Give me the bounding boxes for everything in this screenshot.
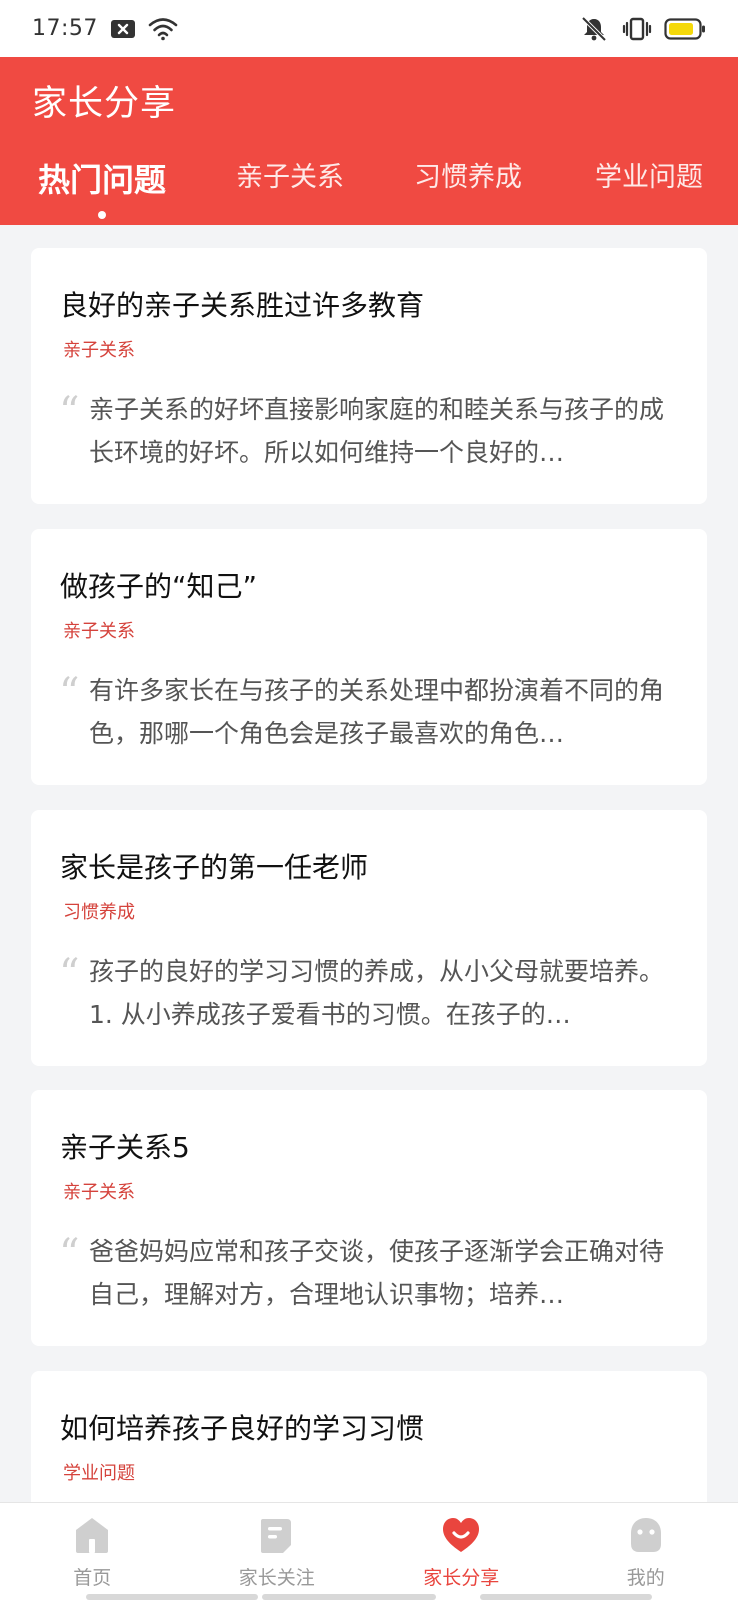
tab-habit-building[interactable]: 习惯养成 [376, 155, 560, 225]
nav-label: 首页 [73, 1567, 112, 1589]
tab-label: 习惯养成 [414, 162, 522, 193]
card-excerpt: 孩子的良好的学习习惯的养成，从小父母就要培养。 1. 从小养成孩子爱看书的习惯。… [89, 957, 665, 1029]
bottom-nav: 首页 家长关注 家长分享 我的 [0, 1502, 738, 1600]
home-indicator [86, 1594, 258, 1600]
quote-icon: “ [59, 389, 80, 435]
vibrate-icon [622, 16, 652, 42]
wifi-icon [148, 17, 178, 41]
category-tag: 亲子关系 [63, 1182, 135, 1203]
page-title: 家长分享 [32, 84, 177, 124]
share-card[interactable]: 做孩子的“知己” 亲子关系 “ 有许多家长在与孩子的关系处理中都扮演着不同的角色… [31, 529, 707, 785]
nav-item-mine[interactable]: 我的 [554, 1503, 738, 1600]
status-bar: 17:57 [0, 0, 738, 57]
category-tag: 学业问题 [63, 1463, 135, 1484]
share-card[interactable]: 家长是孩子的第一任老师 习惯养成 “ 孩子的良好的学习习惯的养成，从小父母就要培… [31, 810, 707, 1066]
vibrate-mute-icon [578, 16, 610, 42]
category-tag: 亲子关系 [63, 621, 135, 642]
share-feed[interactable]: 良好的亲子关系胜过许多教育 亲子关系 “ 亲子关系的好坏直接影响家庭的和睦关系与… [0, 225, 738, 1502]
card-excerpt: 亲子关系的好坏直接影响家庭的和睦关系与孩子的成长环境的好坏。所以如何维持一个良好… [89, 395, 665, 467]
card-title: 亲子关系5 [60, 1131, 190, 1164]
tab-hot-questions[interactable]: 热门问题 [0, 155, 204, 225]
status-right [578, 16, 706, 42]
category-tag: 亲子关系 [63, 340, 135, 361]
document-icon [257, 1515, 297, 1559]
profile-icon [626, 1515, 666, 1559]
category-tabs: 热门问题 亲子关系 习惯养成 学业问题 [0, 155, 738, 225]
share-card[interactable]: 如何培养孩子良好的学习习惯 学业问题 [31, 1371, 707, 1502]
quote-icon: “ [59, 1231, 80, 1277]
quote-icon: “ [59, 951, 80, 997]
active-tab-indicator [98, 211, 106, 219]
card-title: 做孩子的“知己” [60, 570, 258, 603]
nav-item-parent-share[interactable]: 家长分享 [369, 1503, 554, 1600]
heart-smile-icon [441, 1515, 481, 1559]
category-tag: 习惯养成 [63, 902, 135, 923]
status-left: 17:57 [32, 16, 178, 41]
nav-label: 家长分享 [423, 1567, 500, 1589]
card-title: 良好的亲子关系胜过许多教育 [60, 289, 425, 322]
tab-label: 亲子关系 [236, 162, 344, 193]
home-icon [72, 1515, 112, 1559]
card-excerpt: 爸爸妈妈应常和孩子交谈，使孩子逐渐学会正确对待自己，理解对方，合理地认识事物；培… [89, 1237, 665, 1309]
status-time: 17:57 [32, 16, 98, 41]
app-header: 家长分享 热门问题 亲子关系 习惯养成 学业问题 [0, 57, 738, 225]
home-indicator [480, 1594, 652, 1600]
share-card[interactable]: 亲子关系5 亲子关系 “ 爸爸妈妈应常和孩子交谈，使孩子逐渐学会正确对待自己，理… [31, 1090, 707, 1346]
battery-icon [664, 17, 706, 41]
card-title: 如何培养孩子良好的学习习惯 [60, 1412, 425, 1445]
nav-item-home[interactable]: 首页 [0, 1503, 185, 1600]
card-excerpt: 有许多家长在与孩子的关系处理中都扮演着不同的角色，那哪一个角色会是孩子最喜欢的角… [89, 676, 665, 748]
card-title: 家长是孩子的第一任老师 [60, 851, 369, 884]
nav-label: 我的 [626, 1567, 665, 1589]
nav-label: 家长关注 [238, 1567, 315, 1589]
share-card[interactable]: 良好的亲子关系胜过许多教育 亲子关系 “ 亲子关系的好坏直接影响家庭的和睦关系与… [31, 248, 707, 504]
tab-label: 学业问题 [595, 162, 703, 193]
tab-label: 热门问题 [37, 161, 166, 199]
nav-item-parent-focus[interactable]: 家长关注 [185, 1503, 370, 1600]
quote-icon: “ [59, 670, 80, 716]
notification-x-icon [110, 18, 136, 40]
home-indicator [262, 1594, 436, 1600]
tab-parent-child[interactable]: 亲子关系 [204, 155, 376, 225]
tab-academic[interactable]: 学业问题 [560, 155, 738, 225]
